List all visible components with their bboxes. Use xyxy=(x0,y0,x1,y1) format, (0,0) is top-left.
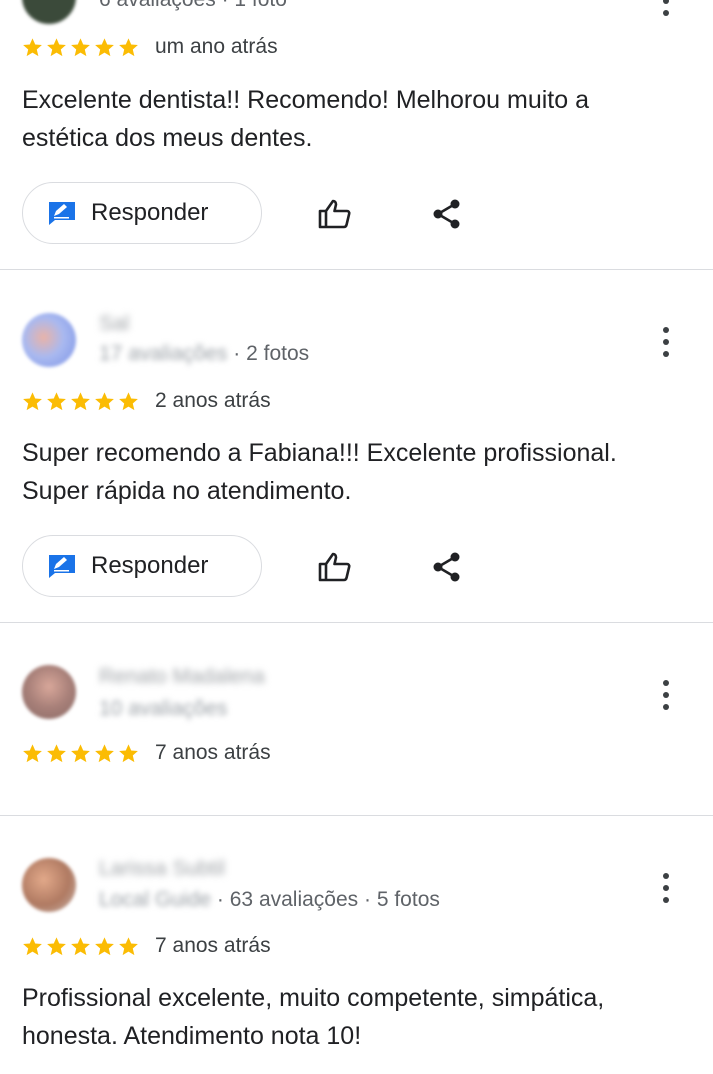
thumbs-up-icon[interactable] xyxy=(318,198,352,230)
avatar[interactable] xyxy=(22,858,76,912)
reply-button[interactable]: Responder xyxy=(22,182,262,244)
star-icon xyxy=(71,744,90,763)
reply-label: Responder xyxy=(91,199,209,226)
avatar[interactable] xyxy=(22,313,76,367)
star-icon xyxy=(23,744,42,763)
avatar[interactable] xyxy=(22,0,76,24)
thumbs-up-icon[interactable] xyxy=(318,551,352,583)
divider xyxy=(0,269,713,270)
review-time: um ano atrás xyxy=(155,35,278,58)
review-meta-counts: · 63 avaliações · 5 fotos xyxy=(216,888,440,911)
review-meta-blurred: 17 avaliações xyxy=(99,342,228,365)
star-icon xyxy=(71,937,90,956)
star-rating xyxy=(22,936,139,957)
review-time: 7 anos atrás xyxy=(155,741,271,764)
star-icon xyxy=(95,38,114,57)
review-meta-photos: · 2 fotos xyxy=(233,342,310,365)
more-options-button[interactable] xyxy=(662,680,670,710)
star-icon xyxy=(47,744,66,763)
reply-button[interactable]: Responder xyxy=(22,535,262,597)
review-time: 2 anos atrás xyxy=(155,389,271,412)
star-icon xyxy=(71,392,90,411)
share-icon[interactable] xyxy=(432,199,462,229)
reviewer-name[interactable]: Renato Madalena xyxy=(99,665,265,689)
star-icon xyxy=(95,937,114,956)
more-options-button[interactable] xyxy=(662,327,670,357)
divider xyxy=(0,815,713,816)
review-meta: 17 avaliações · 2 fotos xyxy=(99,342,309,366)
star-icon xyxy=(95,392,114,411)
star-icon xyxy=(119,392,138,411)
star-rating xyxy=(22,391,139,412)
star-rating xyxy=(22,743,139,764)
share-icon[interactable] xyxy=(432,552,462,582)
reply-icon xyxy=(49,202,75,225)
reviewer-name[interactable]: Larissa Subtil xyxy=(99,857,225,881)
star-icon xyxy=(23,392,42,411)
star-icon xyxy=(47,392,66,411)
review-time: 7 anos atrás xyxy=(155,934,271,957)
star-icon xyxy=(119,744,138,763)
star-icon xyxy=(23,38,42,57)
reviewer-name[interactable]: Sal xyxy=(99,312,129,336)
reply-icon xyxy=(49,555,75,578)
review-text: Excelente dentista!! Recomendo! Melhorou… xyxy=(22,86,589,152)
star-icon xyxy=(119,937,138,956)
review-text: Super recomendo a Fabiana!!! Excelente p… xyxy=(22,439,617,505)
divider xyxy=(0,622,713,623)
star-icon xyxy=(71,38,90,57)
star-icon xyxy=(47,937,66,956)
more-options-button[interactable] xyxy=(662,0,670,16)
avatar[interactable] xyxy=(22,665,76,719)
star-icon xyxy=(23,937,42,956)
star-icon xyxy=(119,38,138,57)
star-rating xyxy=(22,37,139,58)
review-meta: 6 avaliações · 1 foto xyxy=(99,0,287,12)
star-icon xyxy=(95,744,114,763)
review-text: Profissional excelente, muito competente… xyxy=(22,984,605,1050)
more-options-button[interactable] xyxy=(662,873,670,903)
review-meta-blurred: Local Guide xyxy=(99,888,212,911)
review-meta: Local Guide · 63 avaliações · 5 fotos xyxy=(99,888,440,912)
reply-label: Responder xyxy=(91,552,209,579)
star-icon xyxy=(47,38,66,57)
review-meta-blurred: 10 avaliações xyxy=(99,697,228,720)
